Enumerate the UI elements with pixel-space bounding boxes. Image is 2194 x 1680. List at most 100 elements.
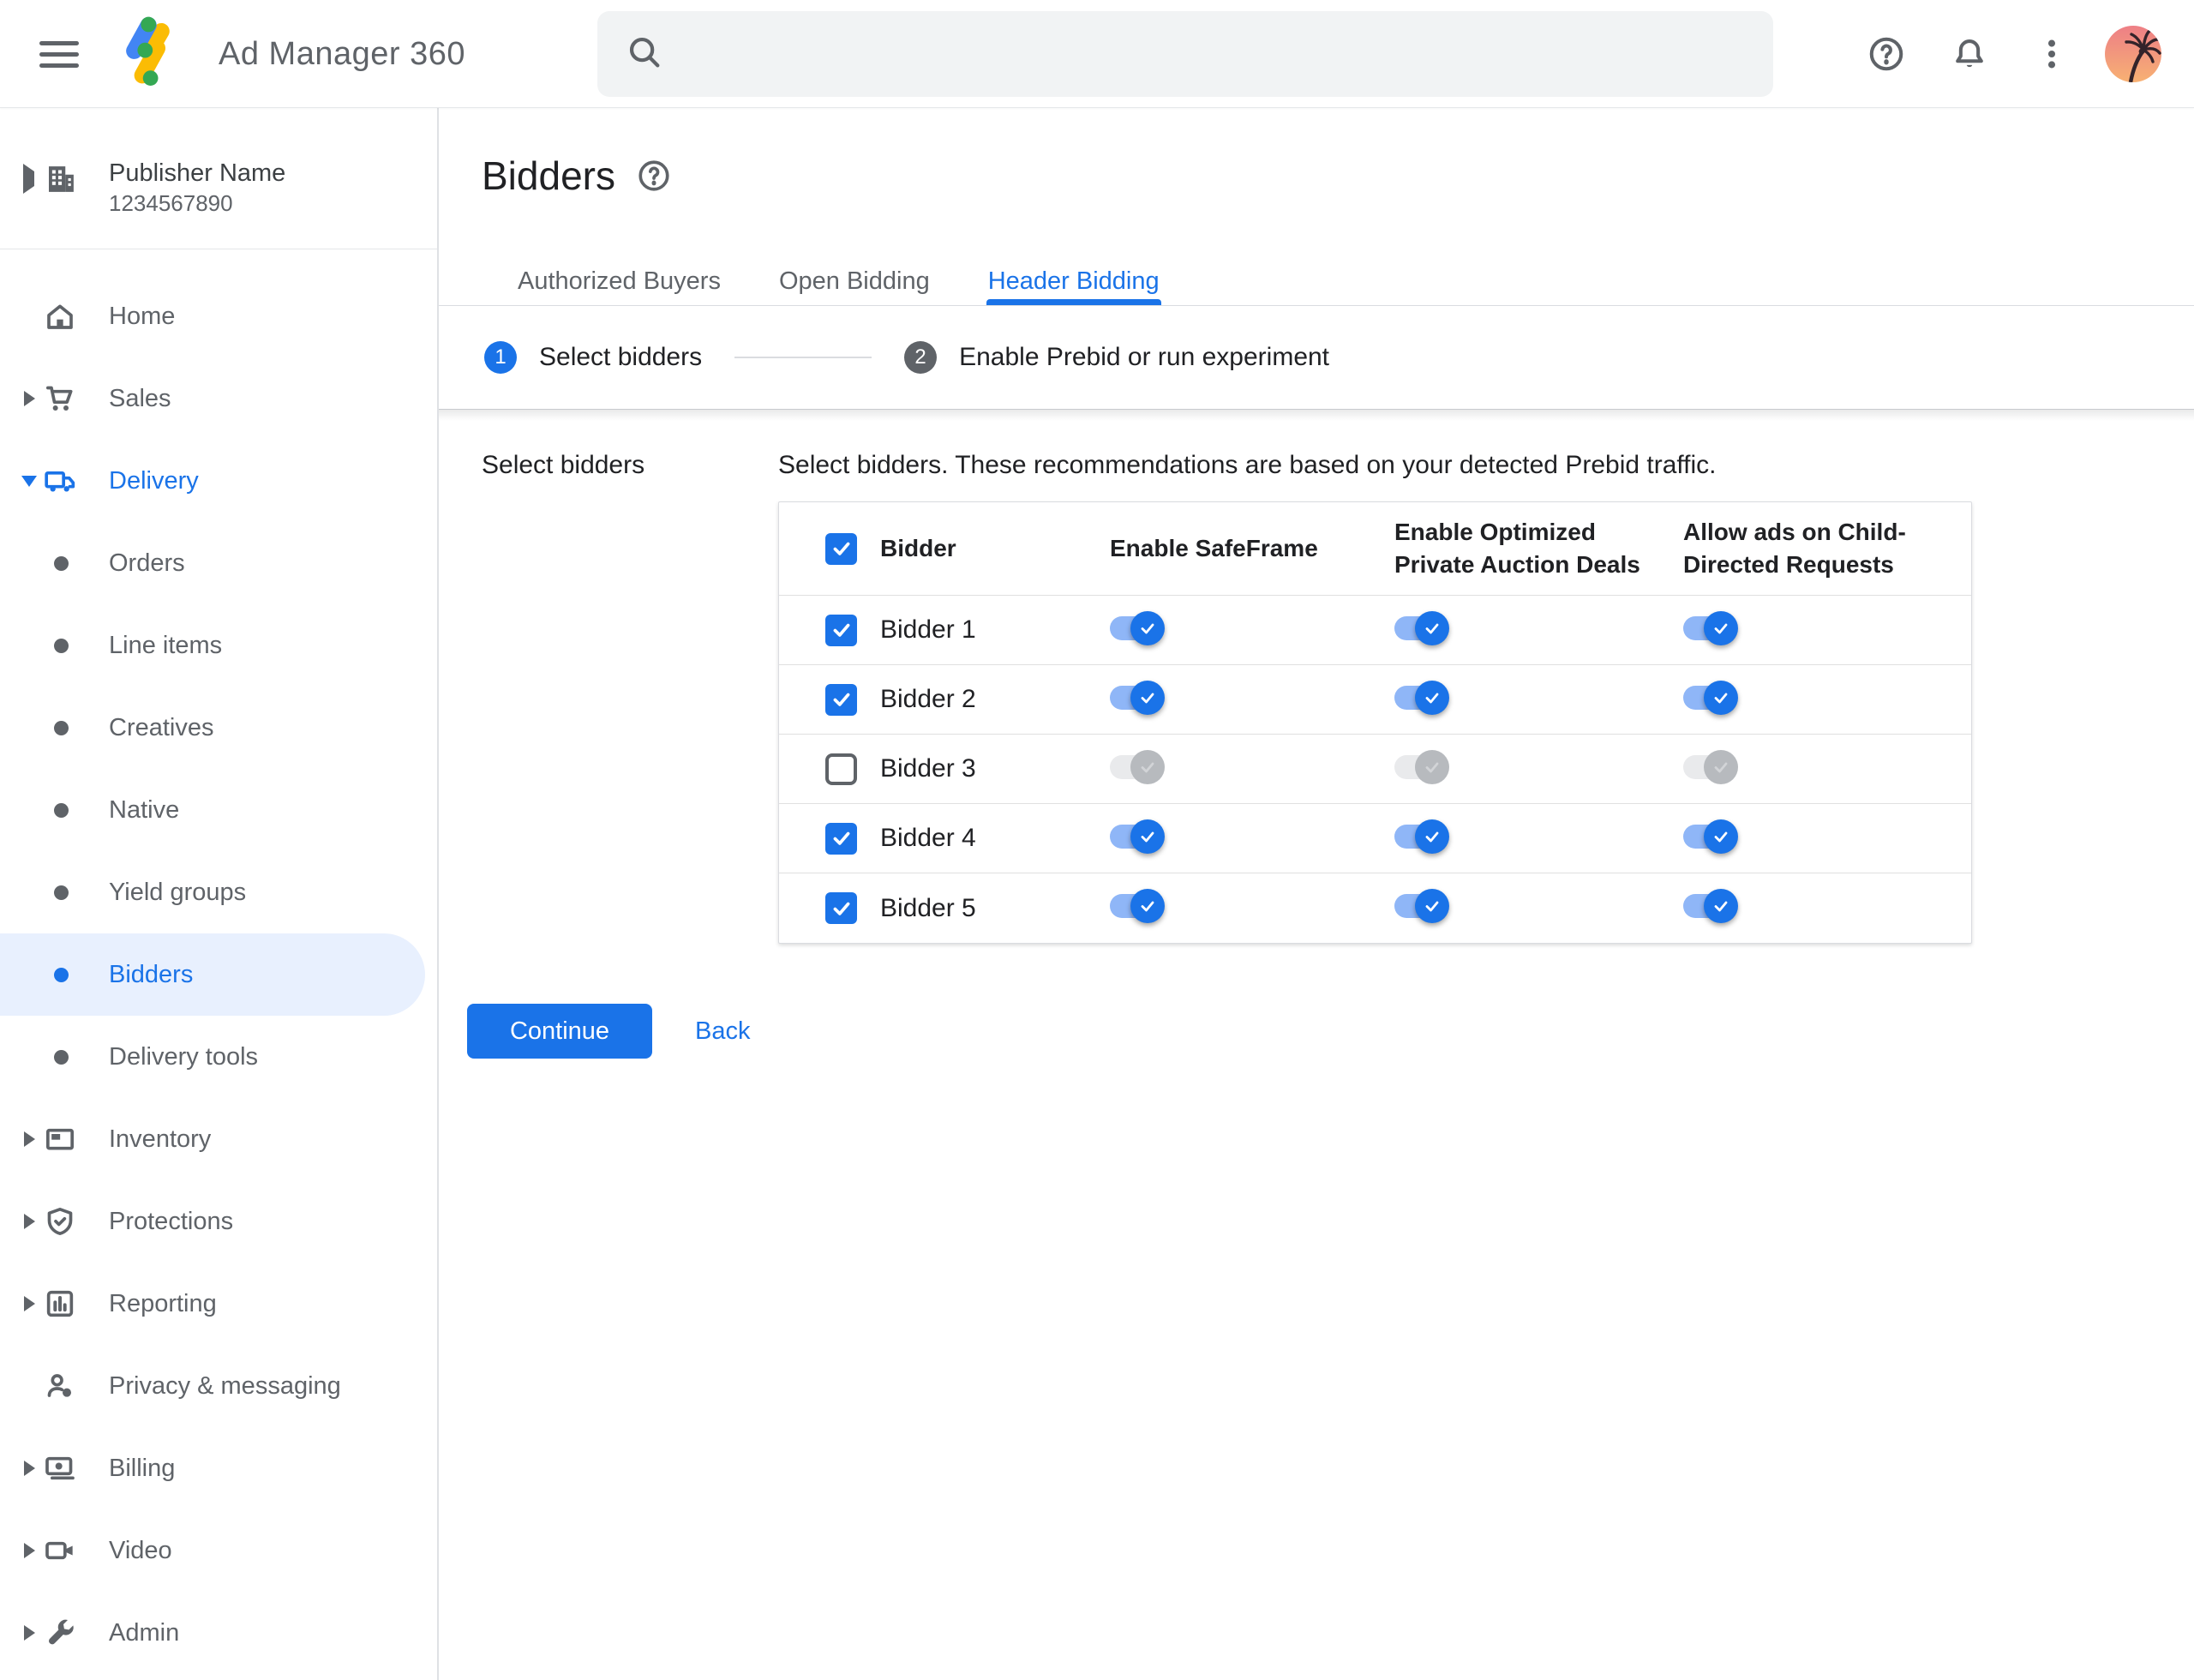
sidebar-item-yield-groups[interactable]: Yield groups: [0, 851, 437, 933]
sidebar-item-billing[interactable]: Billing: [0, 1427, 437, 1509]
bidder-checkbox[interactable]: [825, 822, 857, 855]
safeframe-toggle[interactable]: [1110, 819, 1165, 854]
sidebar-item-sales[interactable]: Sales: [0, 357, 437, 440]
menu-icon[interactable]: [39, 32, 84, 76]
table-body: Bidder 1 Bidder 2 Bidder 3 Bidder 4 Bidd…: [779, 596, 1971, 943]
help-icon[interactable]: [636, 158, 672, 194]
optimized-deals-toggle[interactable]: [1394, 610, 1449, 645]
bidder-checkbox[interactable]: [825, 892, 857, 924]
expand-arrow-icon[interactable]: [21, 1543, 38, 1558]
truck-icon: [43, 464, 77, 498]
publisher-account[interactable]: Publisher Name 1234567890: [0, 108, 437, 249]
expand-arrow-icon[interactable]: [21, 1214, 38, 1229]
optimized-deals-toggle[interactable]: [1394, 889, 1449, 923]
help-icon[interactable]: [1862, 30, 1910, 78]
optimized-deals-toggle[interactable]: [1394, 819, 1449, 854]
bullet-icon: [54, 555, 69, 571]
tab-bar: Authorized Buyers Open Bidding Header Bi…: [439, 257, 2194, 306]
home-icon: [43, 299, 77, 333]
tab-header-bidding[interactable]: Header Bidding: [986, 257, 1161, 305]
app-bar-actions: [1862, 0, 2161, 108]
sidebar-item-line-items[interactable]: Line items: [0, 604, 437, 687]
sidebar-item-orders[interactable]: Orders: [0, 522, 437, 604]
bullet-icon: [54, 720, 69, 735]
ad-manager-page: Ad Manager 360 Publisher Name 1234567890…: [0, 0, 2194, 1680]
sidebar-item-privacy-messaging[interactable]: Privacy & messaging: [0, 1345, 437, 1427]
collapse-arrow-icon[interactable]: [21, 475, 38, 487]
step-number: 1: [484, 341, 517, 374]
continue-button[interactable]: Continue: [467, 1004, 652, 1059]
expand-arrow-icon[interactable]: [21, 1296, 38, 1311]
bullet-icon: [54, 802, 69, 818]
sidebar-item-creatives[interactable]: Creatives: [0, 687, 437, 769]
sidebar-item-delivery[interactable]: Delivery: [0, 440, 437, 522]
expand-arrow-icon[interactable]: [21, 1131, 38, 1147]
step-select-bidders: 1 Select bidders: [484, 341, 702, 374]
safeframe-toggle[interactable]: [1110, 610, 1165, 645]
optimized-deals-toggle[interactable]: [1394, 749, 1449, 784]
child-directed-toggle[interactable]: [1683, 749, 1738, 784]
step-number: 2: [904, 341, 938, 374]
sidebar-item-video[interactable]: Video: [0, 1509, 437, 1592]
child-directed-toggle[interactable]: [1683, 680, 1738, 715]
section-shadow: [439, 409, 2194, 421]
table-row: Bidder 5: [779, 873, 1971, 943]
table-row: Bidder 4: [779, 804, 1971, 873]
chart-icon: [43, 1287, 77, 1321]
sidebar-item-home[interactable]: Home: [0, 275, 437, 357]
bidder-checkbox[interactable]: [825, 683, 857, 716]
step-enable-prebid: 2 Enable Prebid or run experiment: [904, 341, 1329, 374]
expand-arrow-icon[interactable]: [23, 164, 34, 194]
bullet-icon: [54, 885, 69, 900]
cart-icon: [43, 381, 77, 416]
expand-arrow-icon[interactable]: [21, 391, 38, 406]
step-connector: [734, 357, 872, 358]
inventory-icon: [43, 1122, 77, 1156]
more-options-icon[interactable]: [2028, 30, 2076, 78]
app-title: Ad Manager 360: [219, 35, 465, 72]
form-actions: Continue Back: [467, 1004, 750, 1059]
expand-arrow-icon[interactable]: [21, 1625, 38, 1641]
table-row: Bidder 3: [779, 735, 1971, 804]
sidebar: Publisher Name 1234567890 Home Sales Del…: [0, 108, 439, 1680]
sidebar-item-bidders[interactable]: Bidders: [0, 933, 437, 1016]
sidebar-item-native[interactable]: Native: [0, 769, 437, 851]
bidders-table: Bidder Enable SafeFrame Enable Optimized…: [778, 501, 1972, 944]
shield-icon: [43, 1204, 77, 1239]
publisher-id: 1234567890: [109, 190, 233, 216]
avatar[interactable]: [2105, 26, 2161, 82]
money-icon: [43, 1451, 77, 1485]
child-directed-toggle[interactable]: [1683, 819, 1738, 854]
sidebar-item-delivery-tools[interactable]: Delivery tools: [0, 1016, 437, 1098]
search-icon: [625, 33, 664, 76]
sidebar-item-protections[interactable]: Protections: [0, 1180, 437, 1263]
tab-authorized-buyers[interactable]: Authorized Buyers: [516, 257, 722, 305]
safeframe-toggle[interactable]: [1110, 680, 1165, 715]
bidder-name: Bidder 5: [880, 893, 976, 922]
child-directed-toggle[interactable]: [1683, 889, 1738, 923]
select-all-checkbox[interactable]: [825, 532, 857, 565]
expand-arrow-icon[interactable]: [21, 1461, 38, 1476]
publisher-name: Publisher Name: [109, 159, 286, 187]
sidebar-nav: Home Sales Delivery Orders Line items Cr…: [0, 249, 437, 1674]
tab-open-bidding[interactable]: Open Bidding: [777, 257, 932, 305]
ad-manager-logo-icon: [120, 14, 185, 95]
safeframe-toggle[interactable]: [1110, 749, 1165, 784]
sidebar-item-reporting[interactable]: Reporting: [0, 1263, 437, 1345]
bidder-checkbox[interactable]: [825, 753, 857, 785]
search-input[interactable]: [597, 11, 1773, 97]
notifications-icon[interactable]: [1945, 30, 1993, 78]
bidder-name: Bidder 1: [880, 615, 976, 644]
table-row: Bidder 1: [779, 596, 1971, 665]
bidder-checkbox[interactable]: [825, 614, 857, 646]
optimized-deals-toggle[interactable]: [1394, 680, 1449, 715]
sidebar-item-admin[interactable]: Admin: [0, 1592, 437, 1674]
page-title: Bidders: [482, 153, 615, 198]
safeframe-toggle[interactable]: [1110, 889, 1165, 923]
back-button[interactable]: Back: [695, 1017, 750, 1046]
sidebar-item-inventory[interactable]: Inventory: [0, 1098, 437, 1180]
building-icon: [43, 161, 79, 201]
person-icon: [43, 1369, 77, 1403]
child-directed-toggle[interactable]: [1683, 610, 1738, 645]
column-header-bidder: Bidder: [880, 535, 956, 561]
